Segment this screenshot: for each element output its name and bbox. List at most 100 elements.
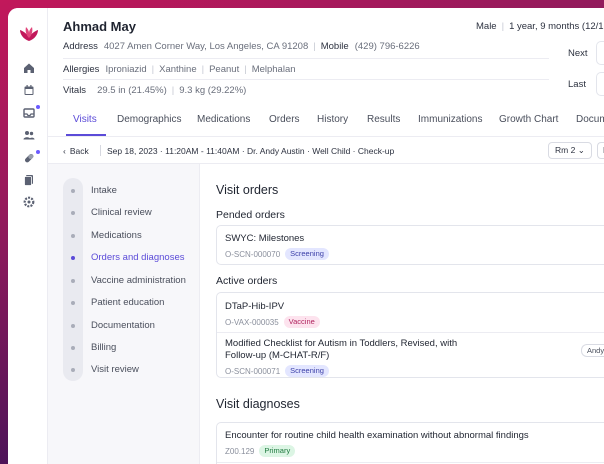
diagnosis-code: Z00.129 — [225, 446, 255, 456]
last-appointment-box[interactable] — [596, 72, 604, 96]
pended-orders-card: SWYC: Milestones O-SCN-000070 Screening — [216, 225, 604, 265]
step-dot — [71, 301, 75, 305]
order-title: Modified Checklist for Autism in Toddler… — [225, 338, 458, 361]
step-label: Medications — [91, 230, 142, 241]
crumb-divider — [100, 145, 101, 156]
patients-icon[interactable] — [23, 129, 35, 141]
header-divider — [63, 58, 549, 59]
app-window: Ahmad May Male | 1 year, 9 months (12/15/ … — [8, 8, 604, 464]
chart-tabs: Visits Demographics Medications Orders H… — [48, 104, 604, 137]
calendar-icon[interactable] — [23, 84, 35, 96]
room-select[interactable]: Rm 2 ⌄ — [548, 142, 592, 159]
visit-info: Sep 18, 2023 · 11:20AM - 11:40AM · Dr. A… — [107, 146, 395, 156]
mobile-label: Mobile — [320, 41, 349, 52]
primary-badge: Primary — [259, 445, 296, 457]
vital-weight: 9.3 kg (29.22%) — [179, 85, 247, 96]
step-label: Billing — [91, 342, 117, 353]
active-orders-card: DTaP-Hib-IPV O-VAX-000035 Vaccine Modifie… — [216, 292, 604, 378]
mobile-value: (429) 796-6226 — [354, 41, 420, 52]
step-patient-education[interactable]: Patient education — [48, 293, 200, 313]
vitals-label: Vitals — [63, 85, 87, 96]
step-dot — [71, 189, 75, 193]
assignee-chip[interactable]: Andy — [581, 344, 604, 357]
patient-header: Ahmad May Male | 1 year, 9 months (12/15/ … — [48, 8, 604, 100]
lotus-logo-icon[interactable] — [19, 26, 39, 42]
last-appointment-label: Last — [568, 79, 586, 90]
step-clinical-review[interactable]: Clinical review — [48, 203, 200, 223]
address-value: 4027 Amen Corner Way, Los Angeles, CA 91… — [103, 41, 309, 52]
order-divider — [217, 332, 604, 333]
step-orders-and-diagnoses[interactable]: Orders and diagnoses — [48, 248, 200, 268]
order-item[interactable]: DTaP-Hib-IPV O-VAX-000035 Vaccine — [225, 301, 320, 328]
step-billing[interactable]: Billing — [48, 338, 200, 358]
step-vaccine-administration[interactable]: Vaccine administration — [48, 271, 200, 291]
visit-orders-title: Visit orders — [216, 183, 279, 197]
inbox-notification-dot — [36, 105, 40, 109]
order-code: O-SCN-000071 — [225, 366, 281, 376]
patient-sex: Male — [476, 21, 497, 32]
active-tab-indicator — [66, 134, 106, 136]
tab-results[interactable]: Results — [367, 114, 400, 125]
tab-demographics[interactable]: Demographics — [117, 114, 181, 125]
tab-medications[interactable]: Medications — [197, 114, 250, 125]
order-title: DTaP-Hib-IPV — [225, 301, 285, 312]
vitals-row: Vitals 29.5 in (21.45%) | 9.3 kg (29.22%) — [63, 85, 247, 96]
step-medications[interactable]: Medications — [48, 226, 200, 246]
tab-immunizations[interactable]: Immunizations — [418, 114, 482, 125]
step-label: Vaccine administration — [91, 275, 186, 286]
patient-age: 1 year, 9 months (12/15/ — [509, 21, 604, 32]
step-label: Intake — [91, 185, 117, 196]
order-code: O-SCN-000070 — [225, 249, 281, 259]
inbox-icon[interactable] — [23, 107, 35, 119]
allergy-item: Melphalan — [251, 64, 296, 75]
patient-demographics: Male | 1 year, 9 months (12/15/ — [476, 21, 604, 32]
diagnosis-divider — [217, 462, 604, 463]
step-documentation[interactable]: Documentation — [48, 316, 200, 336]
step-dot — [71, 256, 75, 260]
allergy-item: Xanthine — [159, 64, 197, 75]
address-label: Address — [63, 41, 98, 52]
room-value: Rm 2 — [555, 145, 576, 155]
edge-button[interactable]: E — [597, 142, 604, 159]
step-label: Visit review — [91, 364, 139, 375]
diagnosis-item[interactable]: Encounter for routine child health exami… — [225, 430, 529, 457]
diagnosis-title: Encounter for routine child health exami… — [225, 430, 529, 441]
order-item[interactable]: Modified Checklist for Autism in Toddler… — [225, 338, 475, 377]
step-label: Patient education — [91, 297, 165, 308]
step-label: Documentation — [91, 320, 155, 331]
visit-diagnoses-card: Encounter for routine child health exami… — [216, 422, 604, 464]
tab-orders[interactable]: Orders — [269, 114, 300, 125]
header-divider — [63, 79, 549, 80]
step-dot — [71, 324, 75, 328]
order-title: SWYC: Milestones — [225, 233, 305, 244]
step-label: Orders and diagnoses — [91, 252, 185, 263]
step-dot — [71, 346, 75, 350]
vital-height: 29.5 in (21.45%) — [97, 85, 167, 96]
tab-growth-chart[interactable]: Growth Chart — [499, 114, 558, 125]
step-dot — [71, 211, 75, 215]
visit-diagnoses-title: Visit diagnoses — [216, 397, 300, 411]
step-dot — [71, 234, 75, 238]
allergy-item: Peanut — [209, 64, 240, 75]
tab-history[interactable]: History — [317, 114, 348, 125]
screening-badge: Screening — [285, 365, 329, 377]
step-intake[interactable]: Intake — [48, 181, 200, 201]
settings-icon[interactable] — [23, 196, 35, 208]
order-item[interactable]: SWYC: Milestones O-SCN-000070 Screening — [225, 233, 329, 260]
chevron-left-icon: ‹ — [63, 146, 66, 156]
step-visit-review[interactable]: Visit review — [48, 360, 200, 380]
tab-visits[interactable]: Visits — [73, 114, 97, 125]
visit-steps-panel: Intake Clinical review Medications Order… — [48, 164, 200, 464]
home-icon[interactable] — [23, 62, 35, 74]
next-appointment-label: Next — [568, 48, 588, 59]
medication-icon[interactable] — [23, 152, 35, 164]
next-appointment-box[interactable] — [596, 41, 604, 65]
screening-badge: Screening — [285, 248, 329, 260]
allergies-label: Allergies — [63, 64, 100, 75]
visit-crumb-bar: ‹ Back Sep 18, 2023 · 11:20AM - 11:40AM ·… — [48, 137, 604, 164]
medication-notification-dot — [36, 150, 40, 154]
back-button[interactable]: ‹ Back — [63, 146, 89, 156]
documents-icon[interactable] — [23, 174, 35, 186]
active-orders-title: Active orders — [216, 275, 278, 287]
tab-documents[interactable]: Docum — [576, 114, 604, 125]
